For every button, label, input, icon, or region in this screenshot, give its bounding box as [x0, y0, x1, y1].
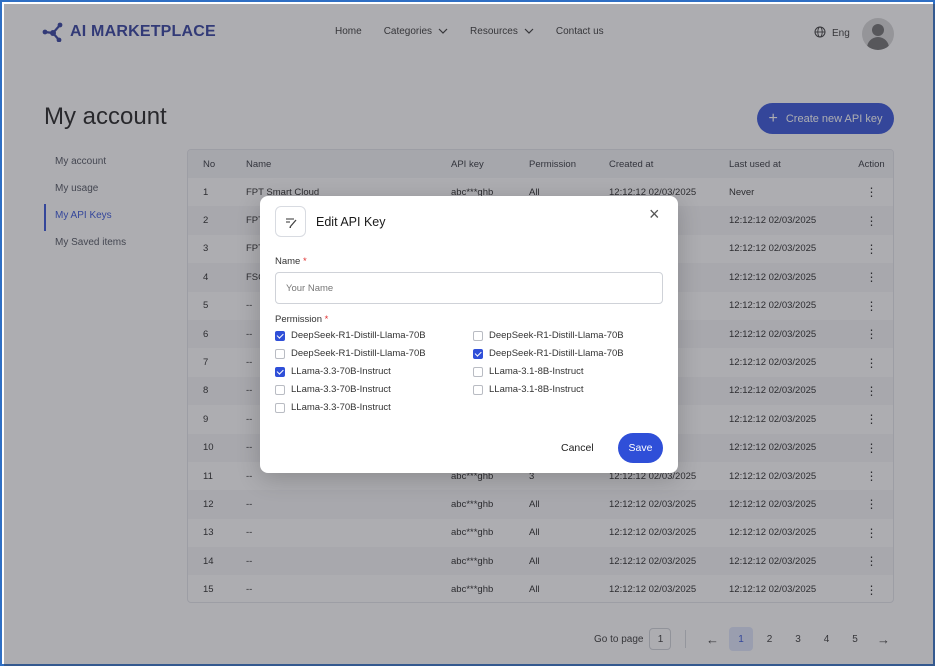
permission-option-label: DeepSeek-R1-Distill-Llama-70B [291, 330, 426, 341]
permission-label-text: Permission [275, 314, 322, 325]
permission-checkbox[interactable] [275, 402, 285, 413]
name-label: Name * [275, 256, 307, 267]
permission-checkbox[interactable] [275, 366, 285, 377]
modal-title: Edit API Key [316, 215, 386, 229]
permission-option[interactable]: DeepSeek-R1-Distill-Llama-70B [275, 348, 426, 359]
permission-option-label: LLama-3.1-8B-Instruct [489, 366, 584, 377]
permission-option[interactable]: LLama-3.1-8B-Instruct [473, 384, 584, 395]
app-frame: AI MARKETPLACE Home Categories Resources… [0, 0, 935, 666]
cancel-button[interactable]: Cancel [561, 442, 594, 454]
edit-api-key-modal: Edit API Key × Name * Permission * DeepS… [260, 196, 678, 473]
permission-checkbox[interactable] [275, 330, 285, 341]
name-input[interactable] [275, 272, 663, 304]
permission-option-label: DeepSeek-R1-Distill-Llama-70B [489, 348, 624, 359]
permission-option[interactable]: DeepSeek-R1-Distill-Llama-70B [473, 330, 624, 341]
permission-option[interactable]: LLama-3.3-70B-Instruct [275, 366, 391, 377]
permission-checkbox[interactable] [473, 348, 483, 359]
permission-checkbox[interactable] [473, 330, 483, 341]
permission-option[interactable]: LLama-3.1-8B-Instruct [473, 366, 584, 377]
permission-option-label: DeepSeek-R1-Distill-Llama-70B [291, 348, 426, 359]
permission-option[interactable]: LLama-3.3-70B-Instruct [275, 402, 391, 413]
permission-option[interactable]: DeepSeek-R1-Distill-Llama-70B [275, 330, 426, 341]
permission-option-label: LLama-3.3-70B-Instruct [291, 402, 391, 413]
permission-option-label: LLama-3.3-70B-Instruct [291, 384, 391, 395]
required-mark: * [324, 314, 329, 325]
permission-checkbox[interactable] [473, 384, 483, 395]
permission-checkbox[interactable] [473, 366, 483, 377]
permission-option[interactable]: LLama-3.3-70B-Instruct [275, 384, 391, 395]
save-button[interactable]: Save [618, 433, 663, 463]
edit-icon [275, 206, 306, 237]
permission-option-label: DeepSeek-R1-Distill-Llama-70B [489, 330, 624, 341]
permission-option-label: LLama-3.1-8B-Instruct [489, 384, 584, 395]
close-icon[interactable]: × [649, 205, 660, 223]
required-mark: * [302, 256, 307, 267]
permission-option-label: LLama-3.3-70B-Instruct [291, 366, 391, 377]
name-label-text: Name [275, 256, 301, 267]
permission-label: Permission * [275, 314, 328, 325]
permission-checkbox[interactable] [275, 348, 285, 359]
permission-option[interactable]: DeepSeek-R1-Distill-Llama-70B [473, 348, 624, 359]
permission-checkbox[interactable] [275, 384, 285, 395]
